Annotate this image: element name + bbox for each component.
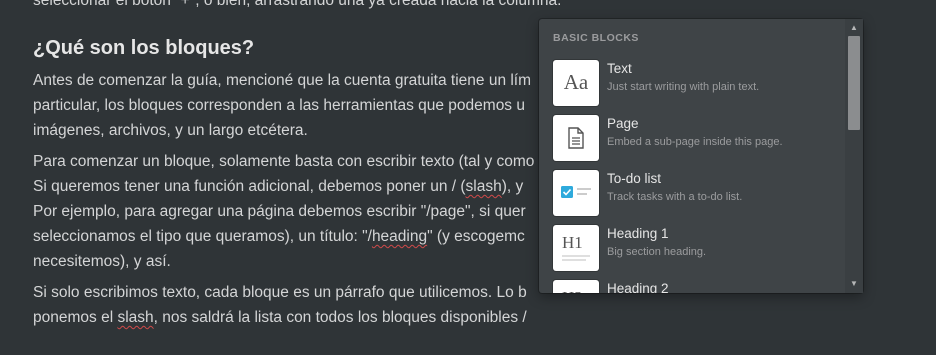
block-option-title: Page — [607, 116, 639, 131]
scroll-down-arrow-icon[interactable]: ▼ — [845, 277, 863, 291]
block-option-heading-1[interactable]: H1 Heading 1 Big section heading. — [539, 222, 845, 277]
text-line: ponemos el slash, nos saldrá la lista co… — [33, 309, 527, 326]
editor-page: seleccionar el botón "+", o bien, arrast… — [0, 0, 936, 355]
todo-checkbox-graphic — [561, 186, 591, 198]
text-aa-glyph: Aa — [563, 70, 589, 94]
block-option-title: Text — [607, 61, 632, 76]
todo-checkbox-icon — [553, 170, 599, 216]
block-option-page[interactable]: Page Embed a sub-page inside this page. — [539, 112, 845, 167]
top-line-fragment: seleccionar el botón "+", o bien, arrast… — [33, 0, 562, 9]
misspelled-word[interactable]: slash — [117, 309, 153, 326]
block-option-description: Track tasks with a to-do list. — [607, 191, 743, 203]
block-option-text[interactable]: Aa Text Just start writing with plain te… — [539, 57, 845, 112]
page-document-graphic — [568, 127, 584, 149]
block-option-description: Big section heading. — [607, 246, 707, 258]
misspelled-word[interactable]: slash — [466, 178, 502, 195]
block-option-title: To-do list — [607, 171, 662, 186]
block-option-todo[interactable]: To-do list Track tasks with a to-do list… — [539, 167, 845, 222]
heading1-lines-graphic — [562, 255, 590, 261]
block-option-description: Embed a sub-page inside this page. — [607, 136, 783, 148]
heading2-glyph: H2 — [562, 288, 583, 293]
heading2-icon: H2 — [553, 280, 599, 293]
page-icon — [553, 115, 599, 161]
block-option-description: Just start writing with plain text. — [607, 81, 760, 93]
text-aa-icon: Aa — [553, 60, 599, 106]
menu-scrollbar[interactable]: ▲ ▼ — [845, 19, 863, 293]
block-option-heading-2[interactable]: H2 Heading 2 — [539, 277, 845, 293]
heading1-icon: H1 — [553, 225, 599, 271]
scroll-up-arrow-icon[interactable]: ▲ — [845, 21, 863, 35]
block-option-title: Heading 2 — [607, 281, 669, 293]
menu-section-title: BASIC BLOCKS — [553, 32, 639, 44]
block-option-title: Heading 1 — [607, 226, 669, 241]
misspelled-word[interactable]: heading — [372, 228, 427, 245]
block-menu[interactable]: BASIC BLOCKS Aa Text Just start writing … — [539, 19, 863, 293]
scrollbar-thumb[interactable] — [848, 36, 860, 130]
